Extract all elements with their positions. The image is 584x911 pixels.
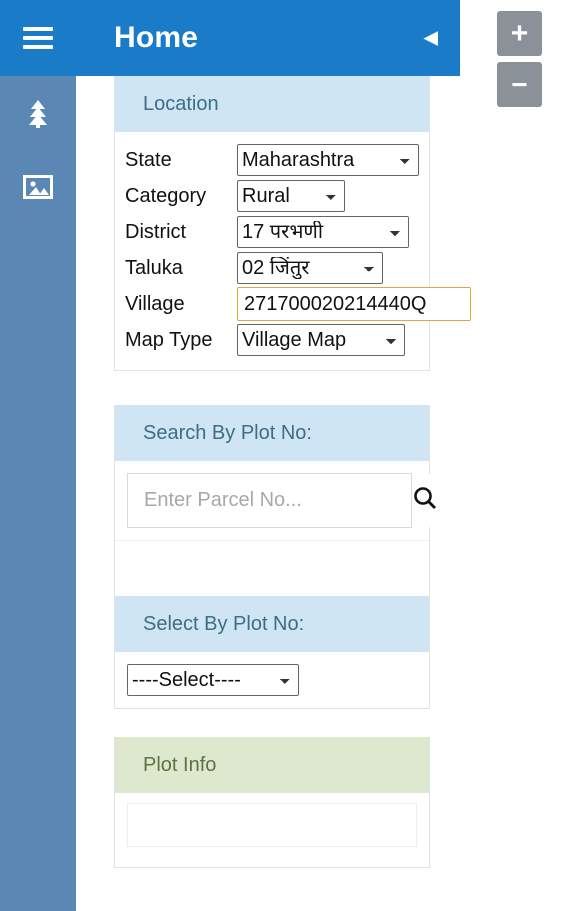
location-card: Location State Maharashtra Category Rura…	[114, 76, 471, 371]
plot-search-card: Search By Plot No: Select By Plot No: --…	[114, 405, 438, 709]
select-by-plot-title: Select By Plot No:	[115, 596, 429, 652]
icon-rail	[0, 0, 76, 911]
select-category[interactable]: Rural	[237, 180, 345, 212]
select-map-type[interactable]: Village Map	[237, 324, 405, 356]
location-row-taluka: Taluka 02 जिंतुर	[115, 250, 429, 286]
menu-toggle-button[interactable]	[0, 0, 76, 76]
tree-icon	[25, 98, 51, 128]
search-icon	[412, 485, 438, 516]
rail-item-basemap-gallery[interactable]	[0, 150, 76, 224]
plot-info-card: Plot Info	[114, 737, 430, 868]
location-row-map-type: Map Type Village Map	[115, 322, 429, 358]
image-icon	[23, 174, 53, 200]
label-category: Category	[125, 184, 207, 207]
select-taluka[interactable]: 02 जिंतुर	[237, 252, 383, 284]
page-title: Home	[114, 21, 199, 54]
search-by-plot-title: Search By Plot No:	[115, 405, 429, 461]
location-row-category: Category Rural	[115, 178, 429, 214]
app-root: Home ◀ + − Location State Maharashtra Ca…	[0, 0, 584, 911]
label-district: District	[125, 220, 187, 243]
plot-info-content	[127, 803, 417, 847]
app-header: Home ◀	[76, 0, 460, 76]
label-state: State	[125, 148, 172, 171]
parcel-search-group	[127, 473, 438, 528]
village-input[interactable]	[237, 287, 471, 321]
select-district[interactable]: 17 परभणी	[237, 216, 409, 248]
label-map-type: Map Type	[125, 328, 213, 351]
location-card-body: State Maharashtra Category Rural Distric…	[115, 132, 471, 370]
location-row-state: State Maharashtra	[115, 142, 429, 178]
search-button[interactable]	[411, 474, 438, 527]
rail-item-layers-tree[interactable]	[0, 76, 76, 150]
side-panel: Location State Maharashtra Category Rura…	[76, 76, 471, 911]
plot-info-body	[115, 803, 429, 867]
search-input[interactable]	[128, 474, 411, 527]
select-state[interactable]: Maharashtra	[237, 144, 419, 176]
zoom-out-button[interactable]: −	[497, 62, 542, 107]
zoom-control: + −	[497, 11, 542, 113]
hamburger-icon	[23, 27, 53, 49]
select-plot-no[interactable]: ----Select----	[127, 664, 299, 696]
label-taluka: Taluka	[125, 256, 183, 279]
plot-info-title: Plot Info	[115, 737, 429, 793]
location-row-village: Village	[115, 286, 471, 322]
search-results-area	[115, 540, 429, 596]
location-row-district: District 17 परभणी	[115, 214, 429, 250]
panel-collapse-button[interactable]: ◀	[423, 29, 438, 48]
location-card-title: Location	[115, 76, 429, 132]
zoom-in-button[interactable]: +	[497, 11, 542, 56]
select-by-plot-body: ----Select----	[115, 652, 429, 708]
label-village: Village	[125, 292, 185, 315]
